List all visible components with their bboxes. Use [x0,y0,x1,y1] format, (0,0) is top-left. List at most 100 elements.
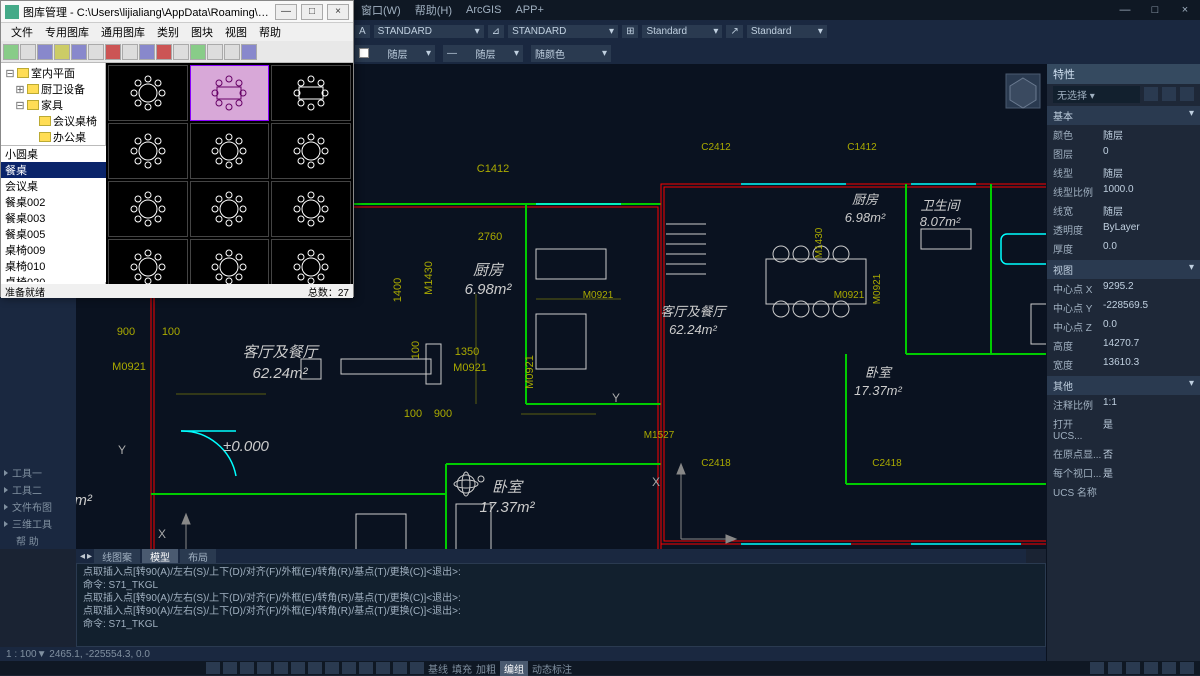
props-row[interactable]: 厚度0.0 [1047,239,1200,258]
tab-nav-right[interactable]: ▸ [87,551,92,562]
lib-tb-btn[interactable] [54,44,70,60]
lib-tb-btn[interactable] [37,44,53,60]
grid-thumbnail[interactable] [190,65,270,121]
bb-icon[interactable] [206,662,220,674]
grid-thumbnail[interactable] [108,65,188,121]
menu-help[interactable]: 帮助(H) [409,0,458,20]
grid-thumbnail[interactable] [108,239,188,284]
grid-thumbnail[interactable] [190,181,270,237]
list-item[interactable]: 小圆桌 [1,146,106,162]
minimize-button[interactable]: — [1110,0,1140,20]
list-item[interactable]: 会议桌 [1,178,106,194]
left-label-4[interactable]: 三维工具 [4,515,52,532]
left-label-1[interactable]: 工具一 [4,464,52,481]
lib-menu-help[interactable]: 帮助 [253,23,287,41]
bb-text[interactable]: 基线 [428,661,448,676]
props-row[interactable]: 透明度ByLayer [1047,220,1200,239]
bb-icon[interactable] [376,662,390,674]
props-row[interactable]: UCS 名称 [1047,482,1200,501]
bb-right-icon[interactable] [1144,662,1158,674]
props-section-header[interactable]: 基本▾ [1047,106,1200,125]
list-item[interactable]: 桌椅009 [1,242,106,258]
bb-icon[interactable] [410,662,424,674]
bb-icon[interactable] [274,662,288,674]
bb-right-icon[interactable] [1126,662,1140,674]
props-section-header[interactable]: 其他▾ [1047,376,1200,395]
grid-thumbnail[interactable] [271,65,351,121]
lib-tb-btn[interactable] [105,44,121,60]
bb-icon[interactable] [240,662,254,674]
command-area[interactable]: 点取插入点[转90(A)/左右(S)/上下(D)/对齐(F)/外框(E)/转角(… [76,563,1046,647]
bb-icon[interactable] [325,662,339,674]
selection-dropdown[interactable]: 无选择 ▾ [1053,86,1140,103]
lib-menu-view[interactable]: 视图 [219,23,253,41]
dim-style-icon[interactable]: ⊿ [488,25,504,38]
lib-tb-btn[interactable] [122,44,138,60]
props-row[interactable]: 中心点 Y-228569.5 [1047,298,1200,317]
menu-app[interactable]: APP+ [509,2,549,18]
lib-tb-btn[interactable] [224,44,240,60]
maximize-button[interactable]: □ [1140,0,1170,20]
props-row[interactable]: 中心点 X9295.2 [1047,279,1200,298]
bb-icon[interactable] [393,662,407,674]
lib-menu-general[interactable]: 通用图库 [95,23,151,41]
props-icon[interactable] [1144,87,1158,101]
list-item[interactable]: 桌椅010 [1,258,106,274]
bb-right-icon[interactable] [1180,662,1194,674]
props-row[interactable]: 中心点 Z0.0 [1047,317,1200,336]
bb-icon[interactable] [308,662,322,674]
grid-thumbnail[interactable] [271,181,351,237]
props-section-header[interactable]: 视图▾ [1047,260,1200,279]
mleader-style-icon[interactable]: ↗ [726,25,742,38]
text-style-dropdown[interactable]: STANDARD▾ [374,25,484,38]
close-button[interactable]: × [1170,0,1200,20]
props-row[interactable]: 图层0 [1047,144,1200,163]
bb-icon[interactable] [359,662,373,674]
lib-tb-btn[interactable] [139,44,155,60]
table-style-dropdown[interactable]: Standard▾ [642,25,722,38]
props-row[interactable]: 宽度13610.3 [1047,355,1200,374]
list-item[interactable]: 餐桌003 [1,210,106,226]
bb-right-icon[interactable] [1090,662,1104,674]
grid-thumbnail[interactable] [108,181,188,237]
grid-thumbnail[interactable] [190,123,270,179]
lib-tb-btn[interactable] [173,44,189,60]
grid-thumbnail[interactable] [108,123,188,179]
lib-tb-btn[interactable] [207,44,223,60]
lib-maximize-button[interactable]: □ [301,4,323,20]
tab-model[interactable]: 模型 [142,549,178,564]
list-item[interactable]: 餐桌002 [1,194,106,210]
menu-arcgis[interactable]: ArcGIS [460,2,507,18]
props-row[interactable]: 线型随层 [1047,163,1200,182]
tree-node[interactable]: ⊟室内平面 [3,65,103,81]
bb-right-icon[interactable] [1162,662,1176,674]
library-list[interactable]: 小圆桌餐桌会议桌餐桌002餐桌003餐桌005桌椅009桌椅010桌椅020餐椅… [1,145,106,282]
lib-tb-btn[interactable] [241,44,257,60]
lib-close-button[interactable]: × [327,4,349,20]
style-icon[interactable]: A [355,25,370,38]
lib-tb-btn[interactable] [156,44,172,60]
library-titlebar[interactable]: 图库管理 - C:\Users\lijialiang\AppData\Roami… [1,1,353,23]
tab-nav-left[interactable]: ◂ [80,551,85,562]
tree-node[interactable]: ⊞厨卫设备 [3,81,103,97]
library-grid[interactable] [106,63,353,284]
lib-menu-block[interactable]: 图块 [185,23,219,41]
grid-thumbnail[interactable] [190,239,270,284]
props-icon[interactable] [1162,87,1176,101]
lib-tb-btn[interactable] [88,44,104,60]
lib-menu-category[interactable]: 类别 [151,23,185,41]
bb-icon[interactable] [257,662,271,674]
tree-node[interactable]: 办公桌 [3,129,103,145]
props-row[interactable]: 线型比例1000.0 [1047,182,1200,201]
bb-right-icon[interactable] [1108,662,1122,674]
props-row[interactable]: 高度14270.7 [1047,336,1200,355]
layer-combo-2[interactable]: — 随层▾ [443,45,523,62]
props-row[interactable]: 颜色随层 [1047,125,1200,144]
layer-combo-1[interactable]: 随层▾ [355,45,435,62]
lib-minimize-button[interactable]: — [275,4,297,20]
props-row[interactable]: 注释比例1:1 [1047,395,1200,414]
list-item[interactable]: 桌椅020 [1,274,106,282]
lib-tb-btn[interactable] [71,44,87,60]
props-row[interactable]: 在原点显...否 [1047,444,1200,463]
bb-text[interactable]: 加粗 [476,661,496,676]
